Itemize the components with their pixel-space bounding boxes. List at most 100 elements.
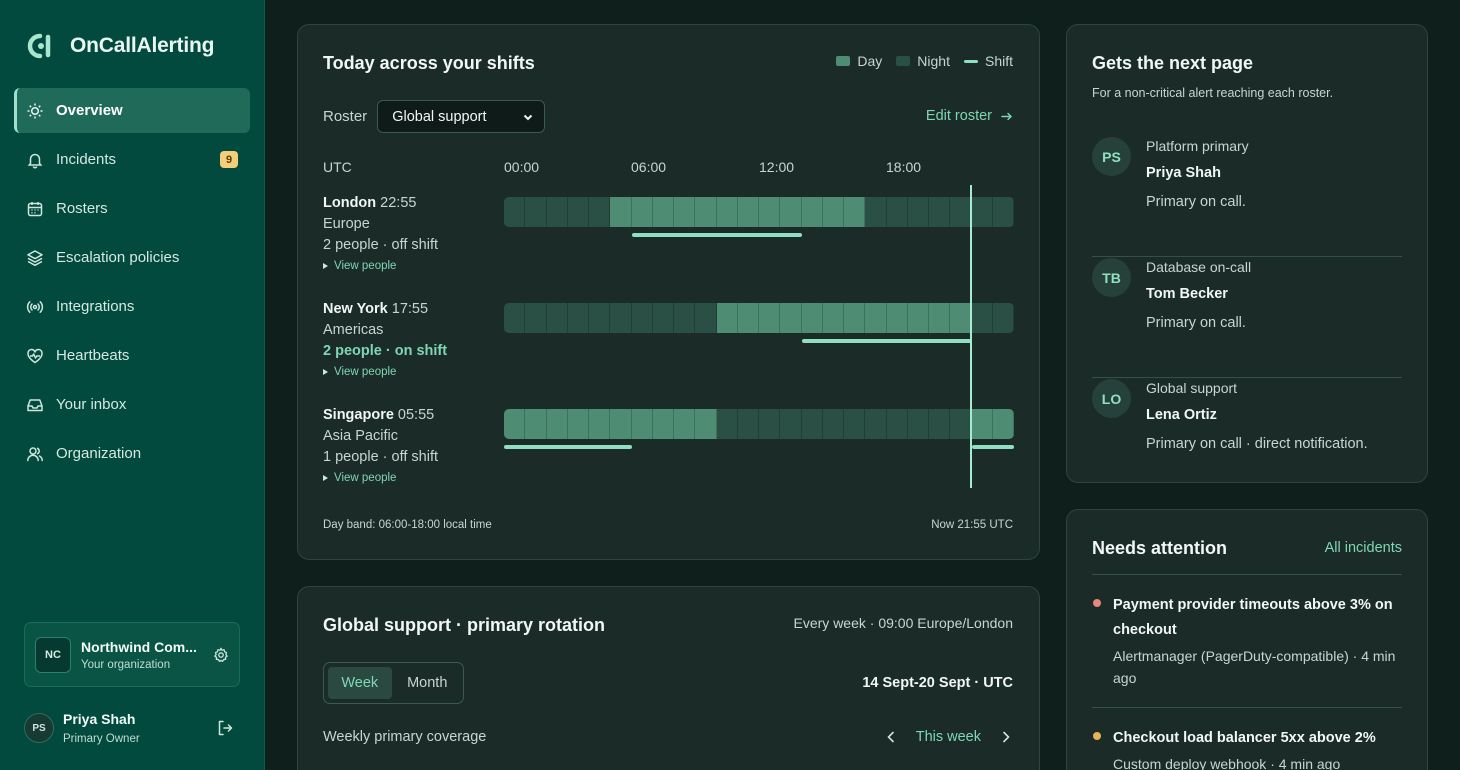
sidebar-item-label: Heartbeats bbox=[56, 347, 130, 364]
day-hour-cell bbox=[737, 303, 759, 333]
sidebar-item-label: Your inbox bbox=[56, 396, 127, 413]
day-hour-cell bbox=[992, 409, 1014, 439]
day-hour-cell bbox=[759, 303, 781, 333]
day-hour-cell bbox=[844, 303, 866, 333]
this-week-button[interactable]: This week bbox=[916, 729, 981, 745]
incident-item[interactable]: Payment provider timeouts above 3% on ch… bbox=[1092, 593, 1402, 689]
night-hour-cell bbox=[865, 409, 887, 439]
day-band-note: Day band: 06:00-18:00 local time bbox=[323, 519, 492, 531]
edit-roster-link[interactable]: Edit roster bbox=[926, 108, 1013, 124]
sidebar-item-heartbeats[interactable]: Heartbeats bbox=[14, 333, 250, 378]
incident-item[interactable]: Checkout load balancer 5xx above 2% Cust… bbox=[1092, 726, 1402, 770]
sidebar-item-escalation-policies[interactable]: Escalation policies bbox=[14, 235, 250, 280]
sidebar-item-rosters[interactable]: Rosters bbox=[14, 186, 250, 231]
day-hour-cell bbox=[907, 303, 929, 333]
calendar-icon bbox=[26, 200, 44, 218]
night-hour-cell bbox=[950, 409, 972, 439]
chevron-right-icon[interactable] bbox=[999, 730, 1013, 744]
sidebar-item-integrations[interactable]: Integrations bbox=[14, 284, 250, 329]
view-people-toggle[interactable]: View people bbox=[323, 472, 493, 484]
region-area: Americas bbox=[323, 322, 384, 338]
day-hour-cell bbox=[652, 197, 674, 227]
brand[interactable]: OnCallAlerting bbox=[26, 32, 214, 60]
day-hour-cell bbox=[801, 303, 823, 333]
app-name: OnCallAlerting bbox=[70, 34, 215, 57]
sidebar-item-organization[interactable]: Organization bbox=[14, 431, 250, 476]
next-page-item[interactable]: TB Database on-call Tom Becker Primary o… bbox=[1092, 258, 1402, 378]
needs-attention-title: Needs attention bbox=[1092, 538, 1228, 558]
view-people-toggle[interactable]: View people bbox=[323, 260, 493, 272]
legend-night-swatch bbox=[896, 56, 911, 66]
legend-shift: Shift bbox=[963, 53, 1013, 69]
chevron-left-icon[interactable] bbox=[884, 730, 898, 744]
region-new-york: New York 17:55 Americas 2 people · on shi… bbox=[323, 301, 493, 378]
day-hour-cell bbox=[674, 409, 696, 439]
all-incidents-link[interactable]: All incidents bbox=[1325, 540, 1402, 556]
rotation-schedule: Every week · 09:00 Europe/London bbox=[793, 615, 1013, 631]
organization-switcher[interactable]: NC Northwind Com... Your organization bbox=[24, 622, 240, 687]
sidebar-item-incidents[interactable]: Incidents 9 bbox=[14, 137, 250, 182]
roster-select[interactable]: Global support bbox=[377, 100, 546, 133]
region-singapore: Singapore 05:55 Asia Pacific 1 people · o… bbox=[323, 407, 493, 484]
roster-name: Global support bbox=[1146, 380, 1238, 396]
region-london: London 22:55 Europe 2 people · off shift … bbox=[323, 195, 493, 272]
night-hour-cell bbox=[971, 303, 993, 333]
avatar: PS bbox=[1092, 137, 1131, 176]
avatar[interactable]: PS bbox=[24, 713, 54, 743]
day-hour-cell bbox=[695, 197, 717, 227]
caret-right-icon bbox=[323, 263, 328, 269]
timeline-track bbox=[504, 197, 1014, 227]
region-title: Singapore 05:55 bbox=[323, 407, 493, 423]
night-hour-cell bbox=[631, 303, 653, 333]
oncall-description: Primary on call. bbox=[1146, 315, 1246, 331]
night-hour-cell bbox=[567, 197, 589, 227]
night-hour-cell bbox=[865, 197, 887, 227]
night-hour-cell bbox=[546, 303, 568, 333]
night-hour-cell bbox=[822, 409, 844, 439]
roster-picker: Roster Global support bbox=[323, 100, 546, 133]
day-hour-cell bbox=[929, 303, 951, 333]
roster-label: Roster bbox=[323, 108, 368, 125]
next-page-title: Gets the next page bbox=[1092, 53, 1254, 73]
next-page-item[interactable]: LO Global support Lena Ortiz Primary on … bbox=[1092, 379, 1402, 499]
app-logo-icon bbox=[27, 33, 51, 59]
severity-dot bbox=[1093, 599, 1101, 607]
night-hour-cell bbox=[674, 303, 696, 333]
broadcast-icon bbox=[26, 298, 44, 316]
night-hour-cell bbox=[929, 409, 951, 439]
rotation-panel: Global support · primary rotation Every … bbox=[297, 586, 1040, 770]
tab-month[interactable]: Month bbox=[396, 667, 460, 699]
night-hour-cell bbox=[992, 197, 1014, 227]
user-role: Primary Owner bbox=[63, 733, 140, 745]
region-city: Singapore bbox=[323, 407, 394, 423]
sidebar-item-overview[interactable]: Overview bbox=[14, 88, 250, 133]
logout-icon[interactable] bbox=[216, 719, 234, 737]
tab-week[interactable]: Week bbox=[328, 667, 392, 699]
sidebar-item-label: Integrations bbox=[56, 298, 135, 315]
sidebar-item-label: Rosters bbox=[56, 200, 108, 217]
incident-title: Checkout load balancer 5xx above 2% bbox=[1113, 730, 1376, 746]
inbox-icon bbox=[26, 396, 44, 414]
sidebar: OnCallAlerting Overview Incidents 9 Rost… bbox=[0, 0, 265, 770]
night-hour-cell bbox=[525, 197, 547, 227]
arrow-right-icon bbox=[1001, 112, 1012, 120]
current-user: PS Priya Shah Primary Owner bbox=[24, 705, 240, 751]
avatar: LO bbox=[1092, 379, 1131, 418]
sidebar-item-your-inbox[interactable]: Your inbox bbox=[14, 382, 250, 427]
oncall-name: Lena Ortiz bbox=[1146, 407, 1217, 423]
next-page-item[interactable]: PS Platform primary Priya Shah Primary o… bbox=[1092, 137, 1402, 257]
view-people-toggle[interactable]: View people bbox=[323, 366, 493, 378]
incident-title: Payment provider timeouts above 3% on ch… bbox=[1113, 597, 1393, 638]
hour-tick-18: 18:00 bbox=[886, 159, 922, 175]
legend-day-swatch bbox=[836, 56, 851, 66]
divider bbox=[1092, 574, 1402, 575]
night-hour-cell bbox=[801, 409, 823, 439]
gear-icon[interactable] bbox=[213, 646, 229, 663]
day-hour-cell bbox=[631, 409, 653, 439]
chevron-down-icon bbox=[523, 114, 533, 120]
day-hour-cell bbox=[801, 197, 823, 227]
shift-bar bbox=[971, 445, 1014, 449]
current-time-note: Now 21:55 UTC bbox=[931, 519, 1013, 531]
hour-tick-6: 06:00 bbox=[631, 159, 667, 175]
sidebar-item-label: Organization bbox=[56, 445, 142, 462]
